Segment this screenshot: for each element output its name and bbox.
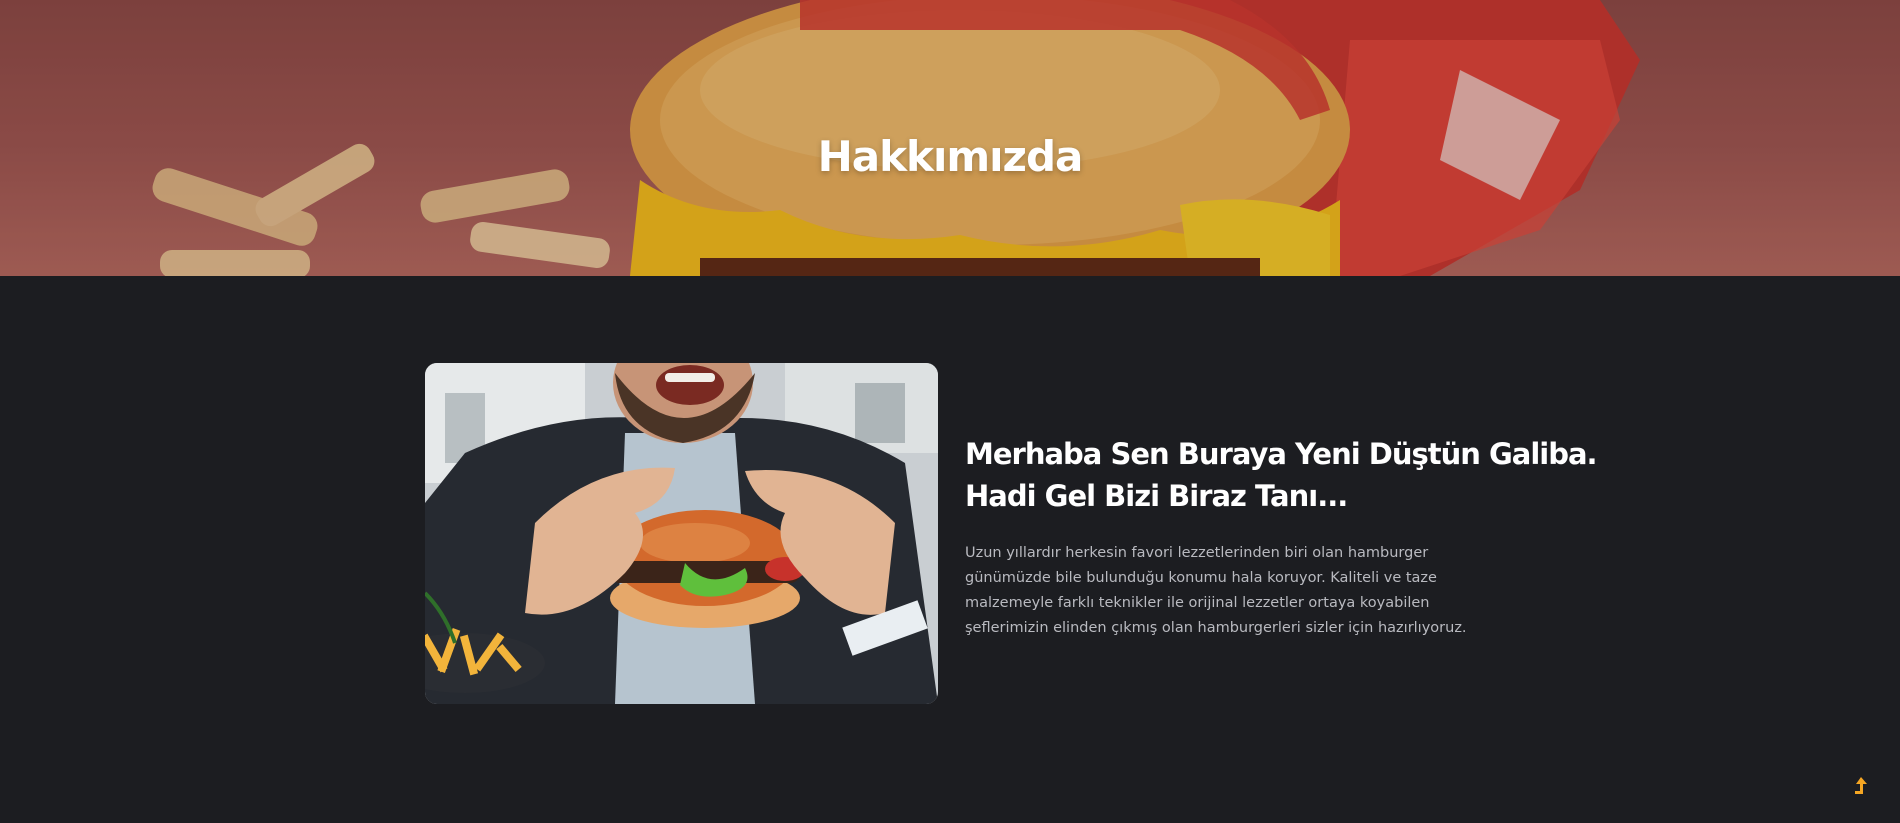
about-content: Merhaba Sen Buraya Yeni Düştün Galiba. H…	[965, 433, 1598, 641]
about-heading-line2: Hadi Gel Bizi Biraz Tanı...	[965, 479, 1348, 513]
hero-banner: Hakkımızda	[0, 0, 1900, 276]
about-heading: Merhaba Sen Buraya Yeni Düştün Galiba. H…	[965, 433, 1598, 517]
man-eating-burger-image	[425, 363, 938, 704]
about-photo	[425, 363, 938, 704]
page: Hakkımızda Merhaba Sen Buraya Yeni Düştü…	[0, 0, 1900, 823]
page-title: Hakkımızda	[817, 132, 1084, 181]
arrow-up-icon	[1855, 777, 1867, 794]
about-heading-line1: Merhaba Sen Buraya Yeni Düştün Galiba.	[965, 437, 1598, 471]
back-to-top-button[interactable]	[1848, 773, 1874, 799]
about-paragraph: Uzun yıllardır herkesin favori lezzetler…	[965, 545, 1467, 636]
